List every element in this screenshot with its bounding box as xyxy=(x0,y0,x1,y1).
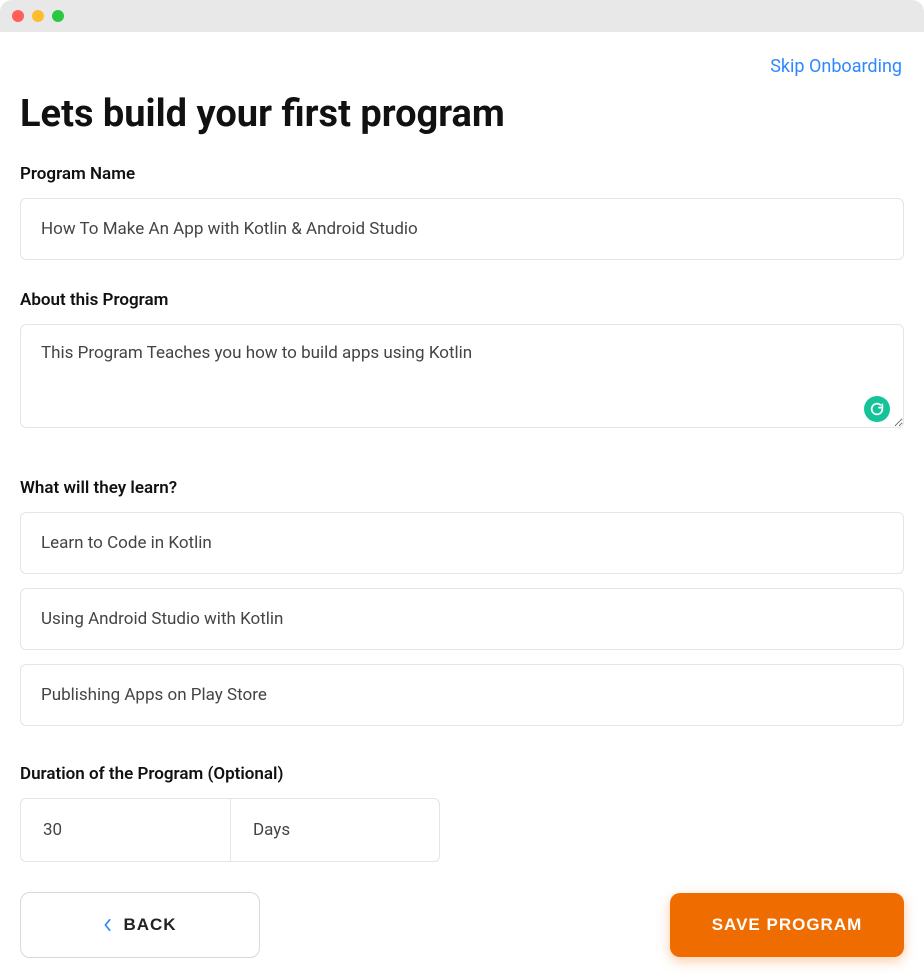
about-program-label: About this Program xyxy=(20,290,904,310)
page-title: Lets build your first program xyxy=(20,92,904,136)
duration-value-input[interactable]: 30 xyxy=(20,798,230,862)
learn-item[interactable]: Using Android Studio with Kotlin xyxy=(20,588,904,650)
program-name-input[interactable] xyxy=(20,198,904,260)
save-program-button[interactable]: SAVE PROGRAM xyxy=(670,893,904,957)
duration-label: Duration of the Program (Optional) xyxy=(20,764,904,784)
learn-list: Learn to Code in Kotlin Using Android St… xyxy=(20,512,904,726)
onboarding-form: Skip Onboarding Lets build your first pr… xyxy=(0,32,924,978)
about-program-textarea[interactable] xyxy=(20,324,904,428)
learn-item[interactable]: Learn to Code in Kotlin xyxy=(20,512,904,574)
close-window-button[interactable] xyxy=(12,10,24,22)
learn-label: What will they learn? xyxy=(20,478,904,498)
program-name-label: Program Name xyxy=(20,164,904,184)
maximize-window-button[interactable] xyxy=(52,10,64,22)
back-button[interactable]: BACK xyxy=(20,892,260,958)
chevron-left-icon xyxy=(103,918,113,932)
duration-unit-select[interactable]: Days xyxy=(230,798,440,862)
grammarly-icon[interactable] xyxy=(864,396,890,422)
learn-item[interactable]: Publishing Apps on Play Store xyxy=(20,664,904,726)
minimize-window-button[interactable] xyxy=(32,10,44,22)
skip-onboarding-link[interactable]: Skip Onboarding xyxy=(770,56,902,77)
window-titlebar xyxy=(0,0,924,32)
back-button-label: BACK xyxy=(123,915,176,935)
